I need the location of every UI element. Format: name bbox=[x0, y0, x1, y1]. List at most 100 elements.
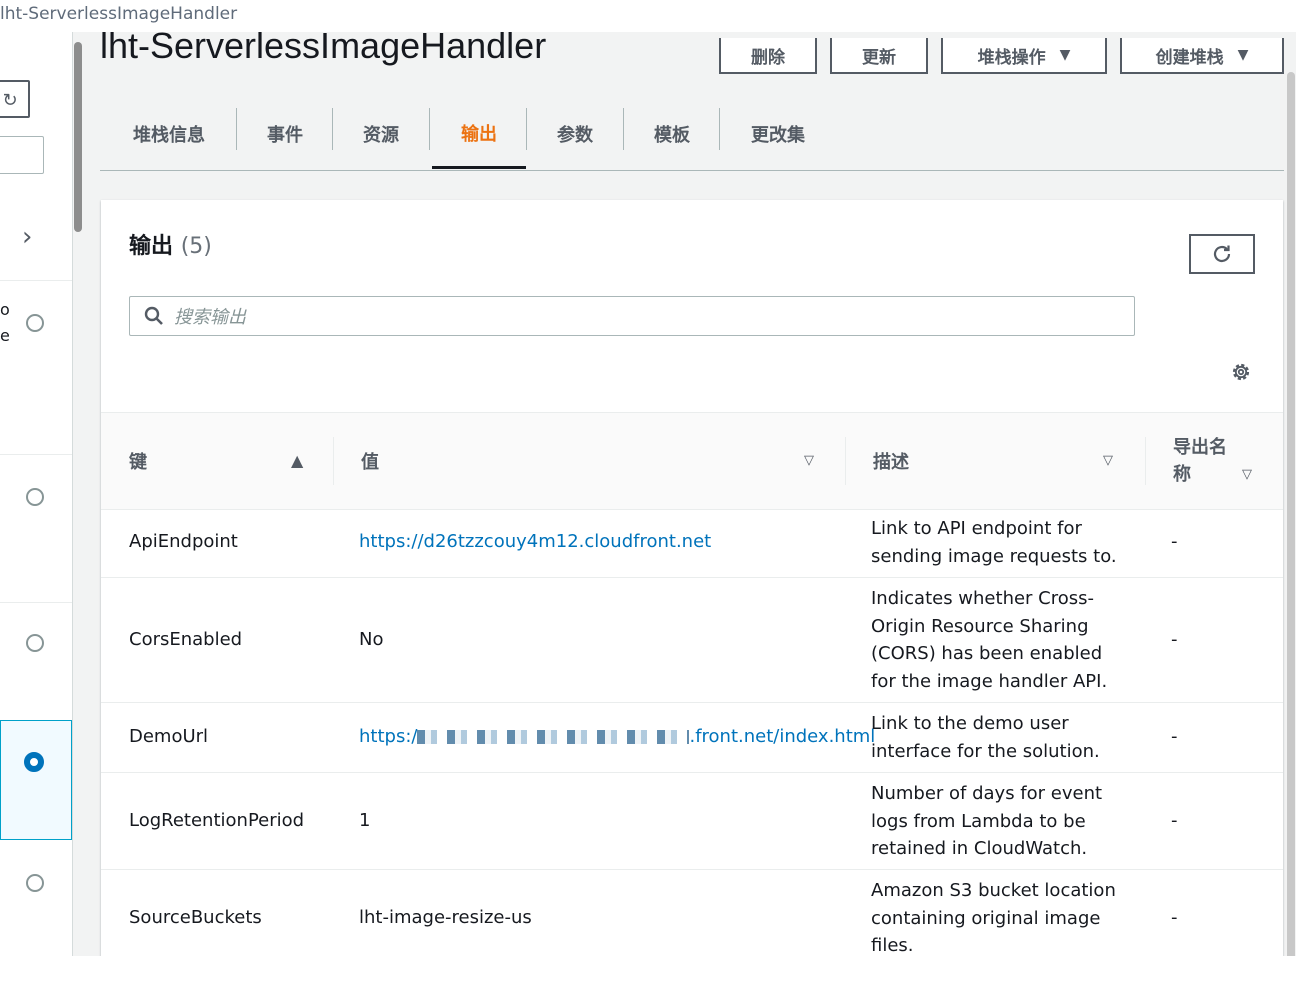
description-line: containing original image bbox=[871, 907, 1101, 929]
description-line: interface for the solution. bbox=[871, 740, 1100, 762]
description-line: Link to API endpoint for bbox=[871, 518, 1082, 539]
table-row: LogRetentionPeriod 1 Number of days for … bbox=[101, 773, 1283, 870]
output-value: No bbox=[359, 629, 384, 650]
output-value: 1 bbox=[359, 810, 371, 831]
column-divider bbox=[845, 437, 846, 485]
stack-radio-2[interactable] bbox=[26, 488, 44, 506]
caret-down-icon: ▼ bbox=[1237, 47, 1249, 63]
stack-detail-tabs: 堆栈信息 事件 资源 输出 参数 模板 更改集 bbox=[100, 100, 1284, 171]
update-button-label: 更新 bbox=[862, 47, 896, 68]
output-export-name: - bbox=[1171, 629, 1178, 650]
bottom-blank-area bbox=[0, 956, 1296, 992]
stack-radio-3[interactable] bbox=[26, 634, 44, 652]
col-value-header[interactable]: 值 bbox=[361, 413, 379, 509]
tab-outputs[interactable]: 输出 bbox=[432, 100, 526, 169]
col-export-name-header[interactable]: 导出名 称 bbox=[1173, 413, 1227, 509]
create-stack-label: 创建堆栈 bbox=[1155, 47, 1224, 68]
col-export-name-line2: 称 bbox=[1173, 464, 1191, 485]
divider bbox=[0, 602, 72, 603]
outputs-container: 输出 (5) 搜索输出 键 ▲ 值 ▽ 描述 ▽ 导出名 称 ▽ ApiEndp… bbox=[101, 200, 1283, 960]
tab-events[interactable]: 事件 bbox=[246, 100, 324, 168]
tab-parameters[interactable]: 参数 bbox=[536, 100, 614, 168]
page-title: lht-ServerlessImageHandler bbox=[100, 25, 547, 66]
tab-divider bbox=[623, 108, 624, 150]
sort-ascending-icon[interactable]: ▲ bbox=[291, 451, 303, 470]
outputs-heading: 输出 (5) bbox=[129, 228, 212, 260]
delete-button-label: 删除 bbox=[751, 47, 785, 68]
selected-stack-item[interactable] bbox=[0, 720, 72, 840]
sort-descending-icon[interactable]: ▽ bbox=[1242, 467, 1252, 482]
description-line: logs from Lambda to be bbox=[871, 810, 1086, 832]
redacted-url-segment bbox=[417, 730, 690, 744]
stack-actions-label: 堆栈操作 bbox=[977, 47, 1046, 68]
column-divider bbox=[1145, 437, 1146, 485]
sort-descending-icon[interactable]: ▽ bbox=[804, 453, 814, 468]
demo-url-prefix: https:/ bbox=[359, 726, 418, 747]
col-key-header[interactable]: 键 bbox=[129, 413, 147, 509]
output-description: Link to the demo user interface for the … bbox=[871, 710, 1100, 765]
output-description: Amazon S3 bucket location containing ori… bbox=[871, 877, 1116, 960]
description-line: sending image requests to. bbox=[871, 545, 1117, 567]
delete-button[interactable]: 删除 bbox=[719, 38, 817, 74]
create-stack-button[interactable]: 创建堆栈 ▼ bbox=[1120, 38, 1284, 74]
output-key: CorsEnabled bbox=[129, 629, 243, 650]
window-title: lht-ServerlessImageHandler bbox=[0, 4, 238, 24]
output-export-name: - bbox=[1171, 907, 1178, 928]
stack-actions-button[interactable]: 堆栈操作 ▼ bbox=[941, 38, 1107, 74]
stack-radio-selected[interactable] bbox=[24, 752, 44, 772]
chevron-right-icon[interactable]: › bbox=[22, 222, 32, 252]
tab-divider bbox=[526, 108, 527, 150]
description-line: Indicates whether Cross- bbox=[871, 588, 1095, 609]
tab-divider bbox=[236, 108, 237, 150]
output-key: SourceBuckets bbox=[129, 907, 262, 928]
column-divider bbox=[333, 437, 334, 485]
description-line: Number of days for event bbox=[871, 783, 1103, 804]
tab-template[interactable]: 模板 bbox=[633, 100, 711, 168]
tab-stack-info[interactable]: 堆栈信息 bbox=[110, 100, 228, 168]
table-row: DemoUrl https:/ .front.net/index.html Lin… bbox=[101, 703, 1283, 773]
table-row: SourceBuckets lht-image-resize-us Amazon… bbox=[101, 870, 1283, 966]
sort-descending-icon[interactable]: ▽ bbox=[1103, 453, 1113, 468]
search-placeholder: 搜索输出 bbox=[174, 307, 246, 328]
search-input[interactable]: 搜索输出 bbox=[129, 296, 1135, 336]
refresh-icon bbox=[1213, 245, 1231, 263]
description-line: retained in CloudWatch. bbox=[871, 838, 1088, 859]
description-line: Link to the demo user bbox=[871, 713, 1069, 734]
tab-divider bbox=[332, 108, 333, 150]
table-row: CorsEnabled No Indicates whether Cross- … bbox=[101, 578, 1283, 703]
output-export-name: - bbox=[1171, 810, 1178, 831]
output-description: Link to API endpoint for sending image r… bbox=[871, 515, 1117, 570]
outputs-title: 输出 bbox=[129, 234, 174, 259]
output-value-link[interactable]: https:/ .front.net/index.html bbox=[359, 723, 875, 751]
stack-list-refresh-button[interactable]: ↻ bbox=[0, 80, 30, 118]
col-export-name-line1: 导出名 bbox=[1173, 437, 1227, 458]
left-scrollbar[interactable] bbox=[74, 42, 82, 232]
stack-radio-1[interactable] bbox=[26, 314, 44, 332]
stack-radio-5[interactable] bbox=[26, 874, 44, 892]
output-description: Indicates whether Cross- Origin Resource… bbox=[871, 585, 1107, 695]
description-line: (CORS) has been enabled bbox=[871, 643, 1103, 664]
output-key: ApiEndpoint bbox=[129, 531, 238, 552]
output-value-link[interactable]: https://d26tzzcouy4m12.cloudfront.net bbox=[359, 528, 711, 556]
settings-gear-icon[interactable] bbox=[1229, 360, 1253, 384]
tab-change-sets[interactable]: 更改集 bbox=[730, 100, 826, 168]
output-key: LogRetentionPeriod bbox=[129, 810, 305, 831]
table-row: ApiEndpoint https://d26tzzcouy4m12.cloud… bbox=[101, 508, 1283, 578]
tab-divider bbox=[429, 108, 430, 150]
output-export-name: - bbox=[1171, 726, 1178, 747]
description-line: Amazon S3 bucket location bbox=[871, 880, 1116, 901]
demo-url-suffix: .front.net/index.html bbox=[689, 726, 876, 747]
output-value: lht-image-resize-us bbox=[359, 907, 532, 928]
divider bbox=[0, 454, 72, 455]
search-icon bbox=[144, 306, 163, 325]
tab-resources[interactable]: 资源 bbox=[342, 100, 420, 168]
refresh-button[interactable] bbox=[1189, 234, 1255, 274]
caret-down-icon: ▼ bbox=[1059, 47, 1071, 63]
description-line: for the image handler API. bbox=[871, 670, 1108, 692]
right-scrollbar[interactable] bbox=[1287, 72, 1295, 962]
output-description: Number of days for event logs from Lambd… bbox=[871, 780, 1102, 863]
description-line: Origin Resource Sharing bbox=[871, 615, 1089, 637]
stack-list-search-input[interactable] bbox=[0, 136, 44, 174]
col-description-header[interactable]: 描述 bbox=[873, 413, 909, 509]
update-button[interactable]: 更新 bbox=[830, 38, 928, 74]
